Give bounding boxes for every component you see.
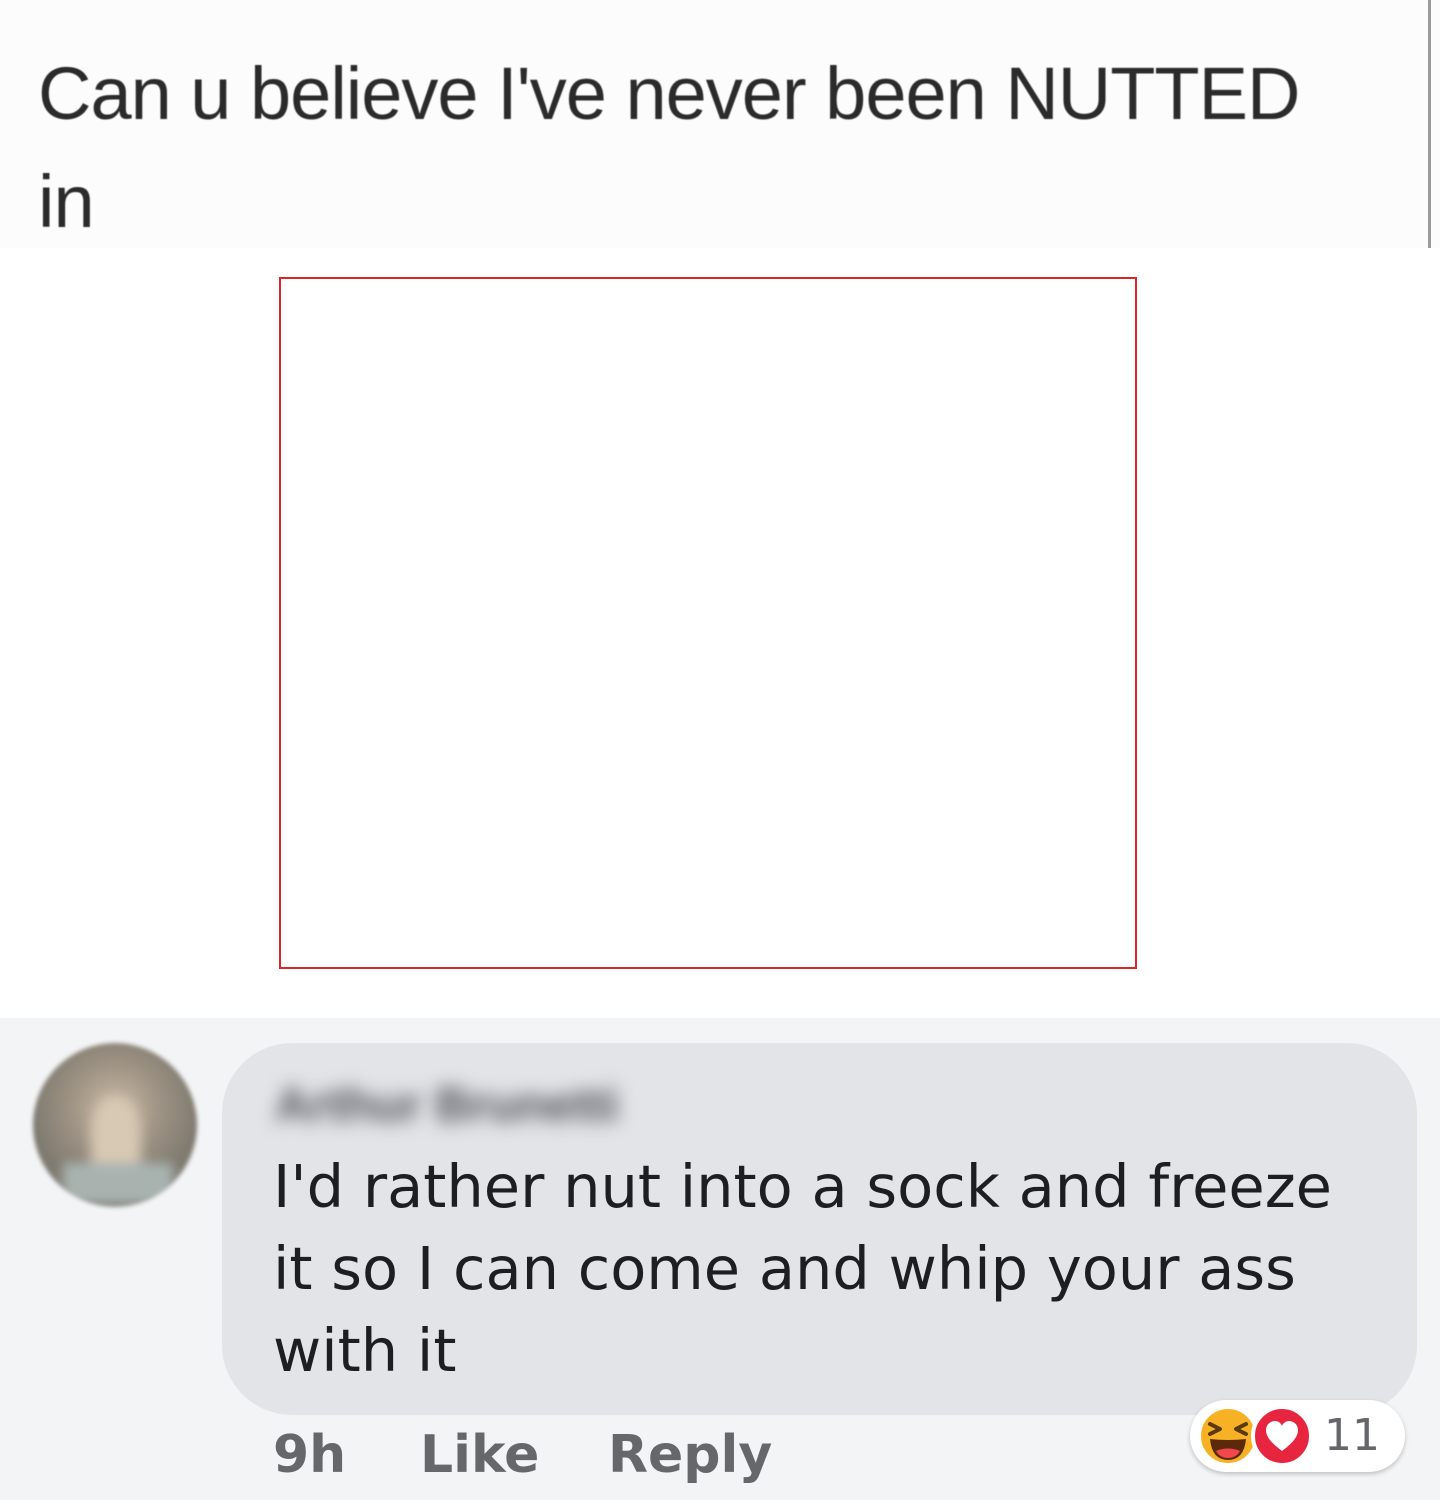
reactions-summary[interactable]: 11 — [1190, 1400, 1405, 1472]
post-screenshot: Can u believe I've never been NUTTED in — [0, 0, 1440, 248]
post-text: Can u believe I've never been NUTTED in — [38, 40, 1408, 256]
reply-button[interactable]: Reply — [608, 1425, 772, 1485]
avatar[interactable] — [33, 1043, 197, 1207]
comment-author-name[interactable]: Arthur Brunetti — [275, 1078, 619, 1133]
avatar-background — [63, 1163, 173, 1203]
post-text-line-1: Can u believe I've never been NUTTED — [38, 52, 1300, 135]
like-button[interactable]: Like — [420, 1425, 539, 1485]
divider — [1428, 0, 1431, 248]
reaction-count: 11 — [1324, 1410, 1380, 1461]
post-text-line-2: in — [38, 160, 95, 243]
comment-text: I'd rather nut into a sock and freeze it… — [273, 1152, 1332, 1385]
highlight-box — [279, 277, 1137, 969]
love-icon — [1251, 1405, 1313, 1467]
comment-timestamp[interactable]: 9h — [273, 1425, 346, 1485]
